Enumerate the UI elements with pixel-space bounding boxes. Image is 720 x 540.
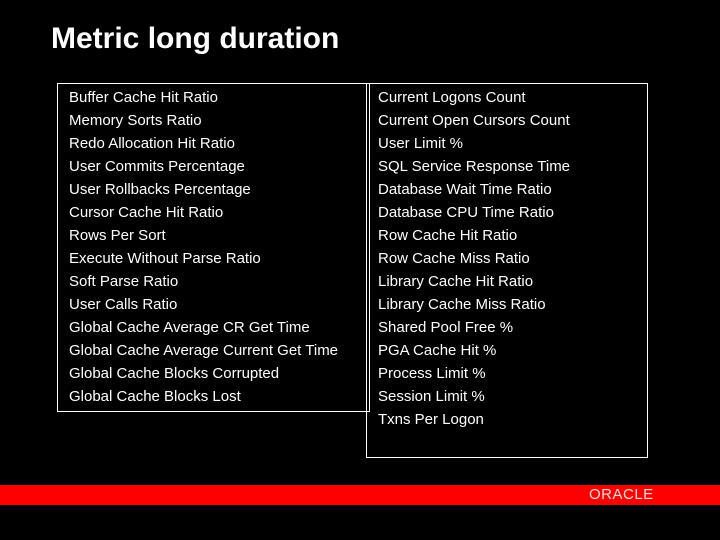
left-metric-list-box: Buffer Cache Hit Ratio Memory Sorts Rati… bbox=[57, 83, 370, 412]
metric-item: Current Logons Count bbox=[378, 89, 526, 106]
metric-item: Buffer Cache Hit Ratio bbox=[69, 89, 218, 106]
metric-item: Global Cache Average CR Get Time bbox=[69, 319, 310, 336]
metric-item: Shared Pool Free % bbox=[378, 319, 514, 336]
metric-item: Rows Per Sort bbox=[69, 227, 166, 244]
metric-item: Memory Sorts Ratio bbox=[69, 112, 202, 129]
metric-item: Process Limit % bbox=[378, 365, 486, 382]
metric-item: Library Cache Miss Ratio bbox=[378, 296, 546, 313]
metric-item: PGA Cache Hit % bbox=[378, 342, 497, 359]
metric-item: Soft Parse Ratio bbox=[69, 273, 179, 290]
right-metric-list: Current Logons Count Current Open Cursor… bbox=[378, 88, 570, 433]
metric-item: Txns Per Logon bbox=[378, 411, 484, 428]
metric-item: User Rollbacks Percentage bbox=[69, 181, 251, 198]
metric-item: Database CPU Time Ratio bbox=[378, 204, 554, 221]
metric-item: Cursor Cache Hit Ratio bbox=[69, 204, 224, 221]
metric-item: User Calls Ratio bbox=[69, 296, 178, 313]
right-metric-list-box: Current Logons Count Current Open Cursor… bbox=[366, 83, 648, 458]
slide-title: Metric long duration bbox=[51, 22, 340, 55]
metric-item: Session Limit % bbox=[378, 388, 485, 405]
metric-item: Global Cache Average Current Get Time bbox=[69, 342, 339, 359]
metric-item: SQL Service Response Time bbox=[378, 158, 571, 175]
oracle-logo: ORACLE bbox=[589, 486, 654, 503]
metric-item: Redo Allocation Hit Ratio bbox=[69, 135, 235, 152]
metric-item: Current Open Cursors Count bbox=[378, 112, 570, 129]
metric-item: Global Cache Blocks Lost bbox=[69, 388, 241, 405]
metric-item: Row Cache Miss Ratio bbox=[378, 250, 530, 267]
metric-item: User Limit % bbox=[378, 135, 464, 152]
metric-item: Library Cache Hit Ratio bbox=[378, 273, 534, 290]
metric-item: Row Cache Hit Ratio bbox=[378, 227, 518, 244]
left-metric-list: Buffer Cache Hit Ratio Memory Sorts Rati… bbox=[69, 88, 338, 410]
metric-item: Database Wait Time Ratio bbox=[378, 181, 552, 198]
metric-item: Global Cache Blocks Corrupted bbox=[69, 365, 280, 382]
metric-item: User Commits Percentage bbox=[69, 158, 245, 175]
metric-item: Execute Without Parse Ratio bbox=[69, 250, 261, 267]
